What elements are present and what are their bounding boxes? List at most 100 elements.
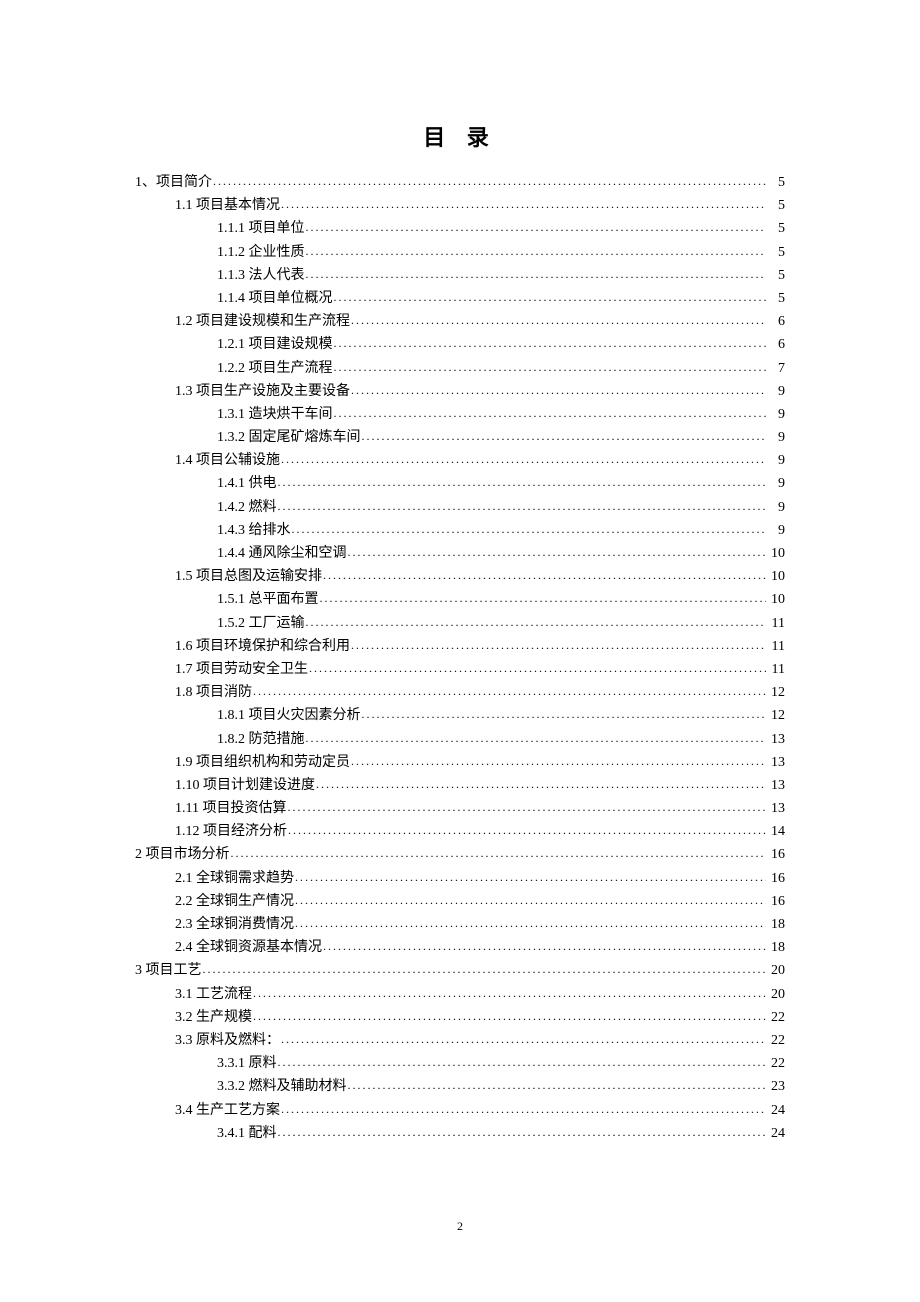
toc-entry[interactable]: 1.3.1 造块烘干车间9 [135, 406, 785, 422]
toc-entry-page: 22 [767, 1034, 785, 1048]
toc-entry[interactable]: 1.2.2 项目生产流程7 [135, 360, 785, 376]
toc-entry[interactable]: 1.5.1 总平面布置10 [135, 591, 785, 607]
toc-entry[interactable]: 1.4 项目公辅设施9 [135, 452, 785, 468]
toc-leader-dots [287, 800, 766, 812]
toc-entry[interactable]: 1.1.1 项目单位5 [135, 220, 785, 236]
page-container: 目 录 1、项目简介51.1 项目基本情况51.1.1 项目单位51.1.2 企… [0, 0, 920, 1188]
toc-entry-page: 22 [767, 1057, 785, 1071]
toc-entry[interactable]: 1.8 项目消防12 [135, 684, 785, 700]
toc-entry[interactable]: 1.1 项目基本情况5 [135, 197, 785, 213]
toc-leader-dots [295, 870, 766, 882]
toc-leader-dots [306, 615, 767, 627]
toc-entry-page: 24 [767, 1104, 785, 1118]
toc-entry-label: 1.9 项目组织机构和劳动定员 [175, 756, 350, 770]
toc-entry-page: 13 [767, 802, 785, 816]
toc-entry[interactable]: 1.6 项目环境保护和综合利用11 [135, 638, 785, 654]
toc-leader-dots [278, 1055, 767, 1067]
toc-leader-dots [253, 684, 766, 696]
toc-entry[interactable]: 2 项目市场分析16 [135, 846, 785, 862]
toc-entry-label: 1.4 项目公辅设施 [175, 454, 280, 468]
toc-entry[interactable]: 1.11 项目投资估算 13 [135, 800, 785, 816]
toc-entry[interactable]: 3.3 原料及燃料： 22 [135, 1032, 785, 1048]
toc-entry-label: 1.3 项目生产设施及主要设备 [175, 385, 350, 399]
toc-entry[interactable]: 3.2 生产规模22 [135, 1009, 785, 1025]
toc-entry[interactable]: 3.3.2 燃料及辅助材料23 [135, 1078, 785, 1094]
toc-entry-label: 1.1 项目基本情况 [175, 199, 280, 213]
toc-entry-label: 2 项目市场分析 [135, 848, 230, 862]
toc-leader-dots [295, 916, 766, 928]
toc-entry-page: 14 [767, 825, 785, 839]
toc-entry-label: 1.8.1 项目火灾因素分析 [217, 709, 361, 723]
toc-entry[interactable]: 1.1.2 企业性质5 [135, 244, 785, 260]
toc-entry[interactable]: 1.10 项目计划建设进度13 [135, 777, 785, 793]
toc-entry[interactable]: 1.2.1 项目建设规模 6 [135, 336, 785, 352]
toc-entry-page: 11 [767, 663, 785, 677]
toc-entry[interactable]: 1.5.2 工厂运输11 [135, 615, 785, 631]
toc-leader-dots [306, 267, 767, 279]
toc-entry-page: 11 [767, 640, 785, 654]
toc-entry-label: 3.3 原料及燃料： [175, 1034, 280, 1048]
toc-entry-label: 3.4.1 配料 [217, 1127, 277, 1141]
toc-entry-label: 1.2.1 项目建设规模 [217, 338, 333, 352]
toc-entry-page: 12 [767, 686, 785, 700]
toc-entry[interactable]: 1.1.3 法人代表5 [135, 267, 785, 283]
toc-entry-label: 1.2.2 项目生产流程 [217, 362, 333, 376]
toc-entry-label: 3 项目工艺 [135, 964, 202, 978]
toc-entry[interactable]: 1.4.2 燃料9 [135, 499, 785, 515]
toc-entry[interactable]: 1.1.4 项目单位概况5 [135, 290, 785, 306]
toc-leader-dots [306, 220, 767, 232]
toc-entry[interactable]: 1、项目简介5 [135, 174, 785, 190]
toc-entry-label: 1.8.2 防范措施 [217, 733, 305, 747]
toc-entry-label: 1.11 项目投资估算 [175, 802, 286, 816]
toc-entry-label: 1.1.1 项目单位 [217, 222, 305, 236]
toc-entry[interactable]: 1.7 项目劳动安全卫生 11 [135, 661, 785, 677]
toc-entry[interactable]: 1.4.4 通风除尘和空调10 [135, 545, 785, 561]
toc-leader-dots [295, 893, 766, 905]
toc-entry[interactable]: 2.2 全球铜生产情况16 [135, 893, 785, 909]
toc-entry[interactable]: 1.8.2 防范措施13 [135, 731, 785, 747]
toc-entry[interactable]: 1.5 项目总图及运输安排10 [135, 568, 785, 584]
toc-entry-page: 5 [767, 246, 785, 260]
toc-entry-label: 2.2 全球铜生产情况 [175, 895, 294, 909]
toc-entry-label: 3.3.1 原料 [217, 1057, 277, 1071]
toc-entry[interactable]: 1.2 项目建设规模和生产流程6 [135, 313, 785, 329]
toc-entry[interactable]: 2.1 全球铜需求趋势16 [135, 870, 785, 886]
toc-title: 目 录 [135, 120, 785, 152]
toc-entry-label: 1.4.4 通风除尘和空调 [217, 547, 347, 561]
toc-entry[interactable]: 1.4.1 供电9 [135, 475, 785, 491]
toc-entry-page: 13 [767, 779, 785, 793]
toc-entry[interactable]: 1.4.3 给排水9 [135, 522, 785, 538]
toc-entry[interactable]: 3.4 生产工艺方案 24 [135, 1102, 785, 1118]
toc-entry[interactable]: 3 项目工艺20 [135, 962, 785, 978]
toc-entry-page: 24 [767, 1127, 785, 1141]
toc-leader-dots [362, 707, 767, 719]
toc-entry[interactable]: 1.12 项目经济分析14 [135, 823, 785, 839]
toc-entry-page: 5 [767, 176, 785, 190]
toc-leader-dots [334, 406, 767, 418]
toc-entry[interactable]: 3.1 工艺流程20 [135, 986, 785, 1002]
toc-entry[interactable]: 1.8.1 项目火灾因素分析 12 [135, 707, 785, 723]
toc-leader-dots [320, 591, 767, 603]
toc-entry-label: 3.4 生产工艺方案 [175, 1104, 280, 1118]
toc-entry[interactable]: 1.3 项目生产设施及主要设备 9 [135, 383, 785, 399]
toc-entry-page: 6 [767, 338, 785, 352]
toc-leader-dots [253, 1009, 766, 1021]
toc-entry-label: 1.3.1 造块烘干车间 [217, 408, 333, 422]
toc-entry[interactable]: 3.4.1 配料 24 [135, 1125, 785, 1141]
toc-leader-dots [323, 568, 766, 580]
toc-leader-dots [278, 475, 767, 487]
toc-entry[interactable]: 3.3.1 原料 22 [135, 1055, 785, 1071]
toc-entry[interactable]: 1.3.2 固定尾矿熔炼车间9 [135, 429, 785, 445]
toc-entry-label: 2.3 全球铜消费情况 [175, 918, 294, 932]
toc-leader-dots [309, 661, 766, 673]
toc-entry-page: 9 [767, 385, 785, 399]
toc-entry-page: 9 [767, 501, 785, 515]
toc-entry-label: 2.1 全球铜需求趋势 [175, 872, 294, 886]
toc-entry-page: 5 [767, 292, 785, 306]
toc-entry-label: 1.7 项目劳动安全卫生 [175, 663, 308, 677]
toc-entry[interactable]: 1.9 项目组织机构和劳动定员13 [135, 754, 785, 770]
toc-entry-label: 1.4.3 给排水 [217, 524, 291, 538]
toc-entry-page: 12 [767, 709, 785, 723]
toc-entry[interactable]: 2.3 全球铜消费情况18 [135, 916, 785, 932]
toc-entry[interactable]: 2.4 全球铜资源基本情况18 [135, 939, 785, 955]
